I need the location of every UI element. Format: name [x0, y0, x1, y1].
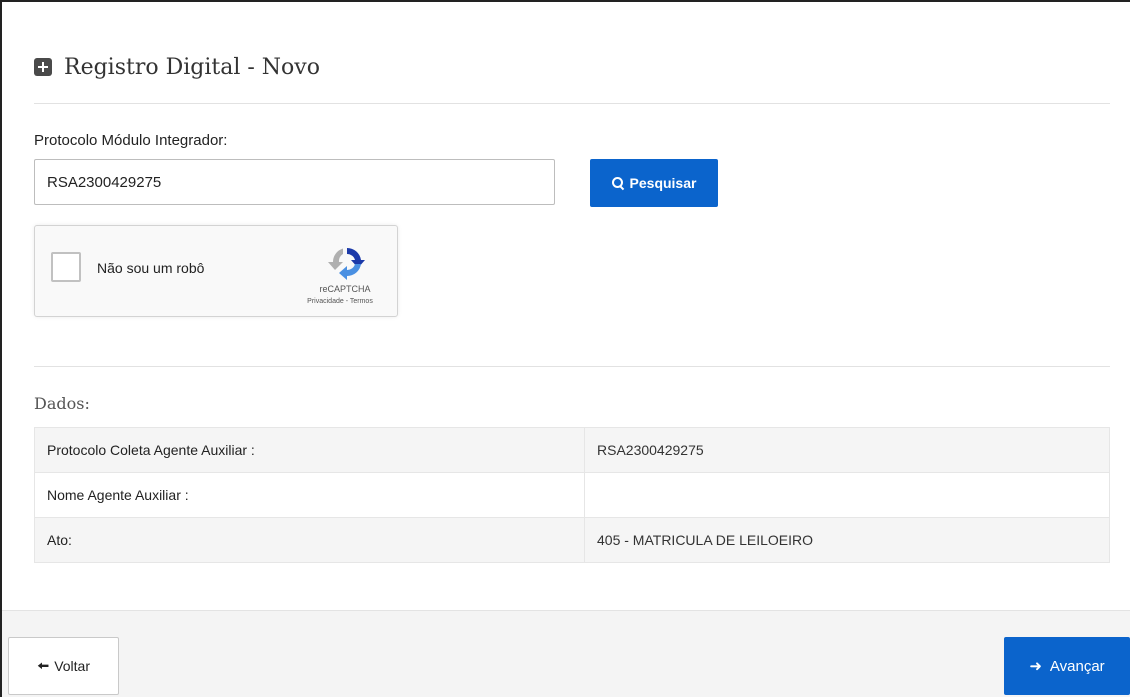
- section-divider: [34, 366, 1110, 367]
- next-button-label: Avançar: [1049, 657, 1105, 675]
- header-divider: [34, 103, 1110, 104]
- back-button[interactable]: 🠨 Voltar: [8, 637, 119, 695]
- row-label: Ato:: [34, 517, 585, 563]
- table-row: Protocolo Coleta Agente Auxiliar : RSA23…: [34, 427, 1110, 473]
- recaptcha-terms-link[interactable]: Termos: [350, 298, 373, 305]
- row-value: [584, 472, 1110, 518]
- page-header: Registro Digital - Novo: [34, 50, 320, 84]
- dados-heading: Dados:: [34, 394, 90, 413]
- row-label: Nome Agente Auxiliar :: [34, 472, 585, 518]
- search-icon: [611, 177, 624, 189]
- row-label: Protocolo Coleta Agente Auxiliar :: [34, 427, 585, 473]
- protocol-label: Protocolo Módulo Integrador:: [34, 132, 228, 149]
- table-row: Nome Agente Auxiliar :: [34, 472, 1110, 518]
- recaptcha-privacy-link[interactable]: Privacidade: [307, 298, 344, 305]
- arrow-left-icon: 🠨: [36, 657, 50, 675]
- recaptcha-checkbox[interactable]: [51, 252, 81, 282]
- footer-bar: [2, 610, 1130, 697]
- plus-square-icon: [34, 58, 52, 76]
- table-row: Ato: 405 - MATRICULA DE LEILOEIRO: [34, 517, 1110, 563]
- recaptcha-brand: reCAPTCHA: [319, 284, 371, 294]
- back-button-label: Voltar: [54, 658, 91, 674]
- page-title: Registro Digital - Novo: [64, 54, 320, 80]
- recaptcha-links-separator: -: [345, 298, 349, 305]
- dados-table: Protocolo Coleta Agente Auxiliar : RSA23…: [34, 427, 1110, 563]
- protocol-input[interactable]: [34, 159, 555, 205]
- recaptcha-checkbox-label: Não sou um robô: [97, 260, 205, 276]
- row-value: RSA2300429275: [584, 427, 1110, 473]
- search-button-label: Pesquisar: [629, 175, 697, 191]
- row-value: 405 - MATRICULA DE LEILOEIRO: [584, 517, 1110, 563]
- arrow-right-icon: ➜: [1029, 657, 1042, 675]
- search-button[interactable]: Pesquisar: [590, 159, 718, 207]
- next-button[interactable]: ➜ Avançar: [1004, 637, 1130, 695]
- recaptcha-widget: Não sou um robô reCAPTCHA Privacidade - …: [34, 225, 398, 317]
- recaptcha-logo-icon: [328, 247, 365, 280]
- recaptcha-links: Privacidade - Termos: [285, 298, 395, 305]
